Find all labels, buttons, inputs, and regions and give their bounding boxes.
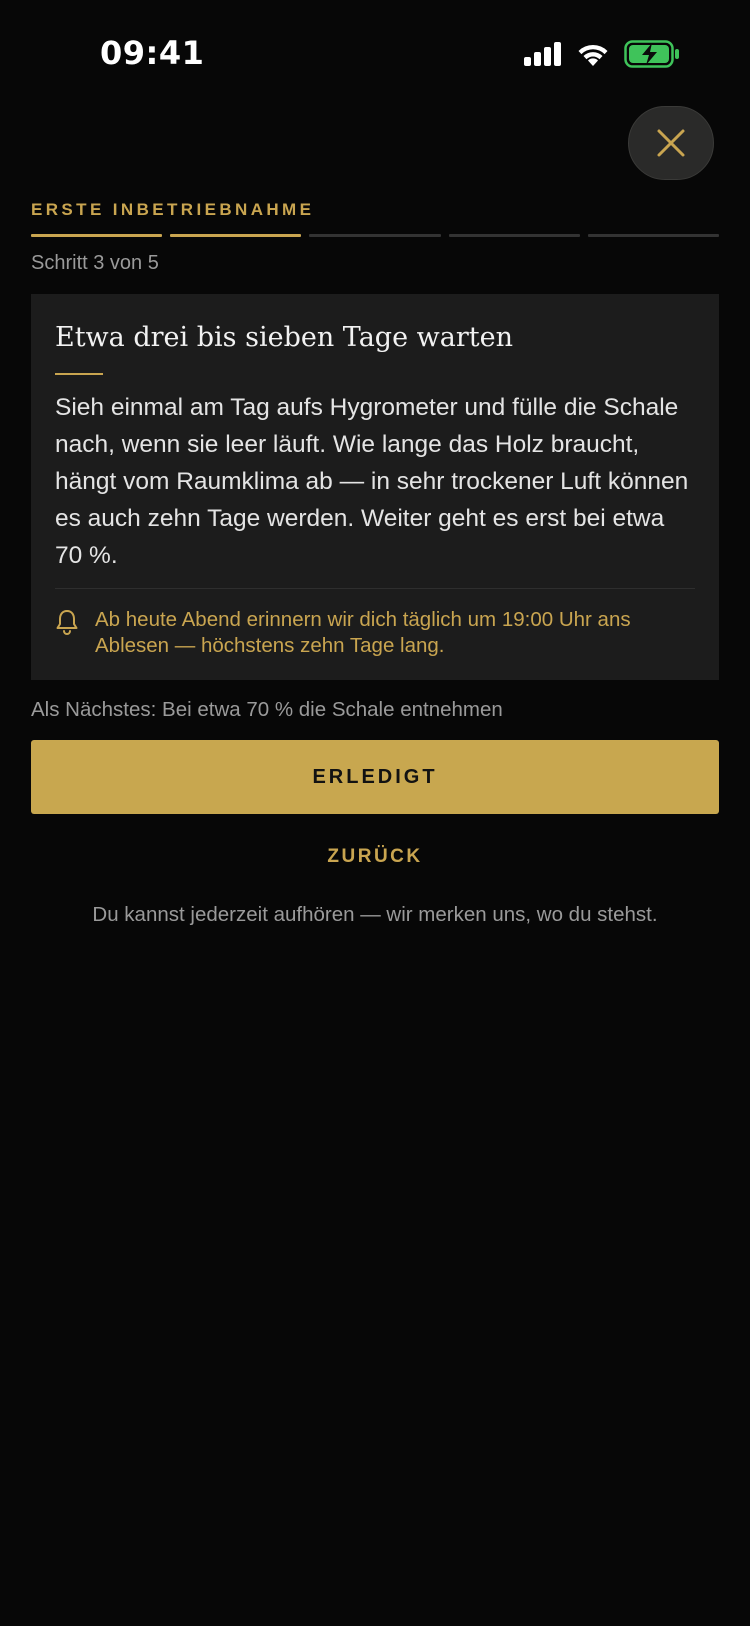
step-progress-bar (31, 234, 720, 238)
close-icon (657, 129, 685, 157)
close-button[interactable] (628, 106, 714, 180)
done-button[interactable]: ERLEDIGT (31, 740, 719, 814)
progress-segment-3 (309, 234, 441, 237)
system-icons (524, 40, 680, 68)
reminder-text: Ab heute Abend erinnern wir dich täglich… (95, 608, 631, 658)
flow-title: ERSTE INBETRIEBNAHME (31, 200, 315, 219)
status-time: 09:41 (100, 34, 205, 72)
step-description: Sieh einmal am Tag aufs Hygrometer und f… (55, 394, 689, 570)
progress-segment-5 (587, 234, 720, 237)
back-button[interactable]: ZURÜCK (0, 846, 750, 868)
progress-segment-4 (448, 234, 580, 237)
footnote-text: Du kannst jederzeit aufhören — wir merke… (92, 903, 658, 926)
cellular-signal-icon (524, 42, 561, 66)
status-bar: 09:41 (0, 0, 750, 108)
reminder-note: Ab heute Abend erinnern wir dich täglich… (55, 607, 695, 659)
progress-segment-1 (31, 234, 163, 237)
step-counter: Schritt 3 von 5 (31, 252, 159, 274)
step-card: Etwa drei bis sieben Tage warten Sieh ei… (31, 294, 719, 680)
progress-segment-2 (170, 234, 302, 237)
next-step-hint: Als Nächstes: Bei etwa 70 % die Schale e… (31, 698, 503, 721)
wifi-icon (578, 44, 608, 66)
battery-charging-icon (624, 40, 679, 68)
title-underline (55, 373, 103, 376)
bell-icon (55, 607, 79, 640)
card-divider (55, 588, 695, 590)
step-title: Etwa drei bis sieben Tage warten (55, 322, 513, 353)
